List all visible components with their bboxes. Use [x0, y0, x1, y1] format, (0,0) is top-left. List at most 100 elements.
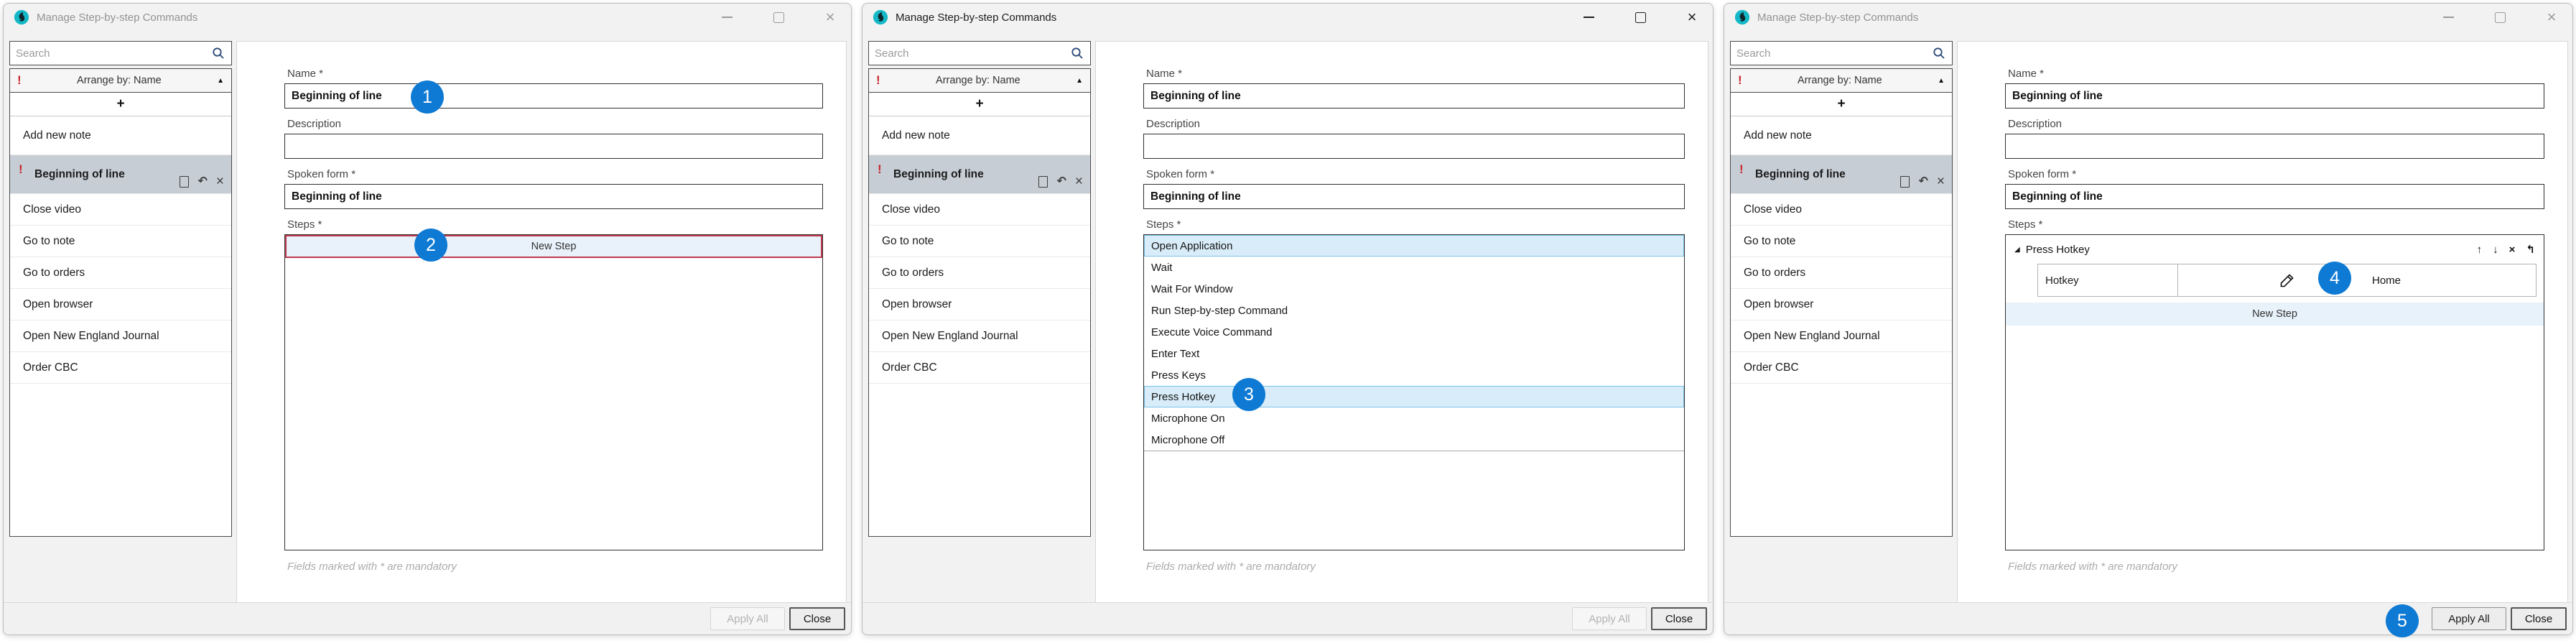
close-dialog-button[interactable]: Close — [2511, 607, 2567, 630]
list-item[interactable]: Add new note — [1731, 116, 1952, 155]
description-field[interactable] — [2005, 134, 2544, 159]
spoken-form-field[interactable]: Beginning of line — [284, 184, 823, 209]
maximize-button[interactable] — [1632, 9, 1648, 25]
steps-label: Steps * — [1146, 218, 1181, 231]
close-button[interactable]: × — [822, 9, 838, 25]
list-item[interactable]: Go to orders — [1731, 257, 1952, 289]
list-item[interactable]: Go to note — [1731, 226, 1952, 257]
list-item[interactable]: Go to orders — [869, 257, 1090, 289]
arrange-by-header[interactable]: ! Arrange by: Name ▲ — [869, 69, 1090, 93]
list-item[interactable]: Open browser — [1731, 289, 1952, 320]
step-type-option[interactable]: Wait For Window — [1144, 278, 1684, 300]
name-label: Name * — [1146, 68, 1182, 80]
list-item[interactable]: Go to note — [10, 226, 231, 257]
copy-command-icon[interactable] — [1900, 176, 1910, 188]
step-type-option[interactable]: Open Application — [1144, 235, 1684, 257]
minimize-button[interactable] — [1581, 9, 1596, 25]
list-item-selected[interactable]: ! Beginning of line ↶ × — [10, 155, 231, 194]
reset-step-icon[interactable]: ↰ — [2526, 244, 2535, 255]
step-type-option[interactable]: Microphone Off — [1144, 429, 1684, 451]
list-item[interactable]: Close video — [869, 194, 1090, 226]
name-field[interactable]: Beginning of line — [1143, 83, 1685, 109]
add-command-button[interactable]: + — [869, 93, 1090, 116]
name-field[interactable]: Beginning of line — [2005, 83, 2544, 109]
list-item[interactable]: Go to orders — [10, 257, 231, 289]
search-input[interactable]: Search — [868, 41, 1091, 65]
maximize-button[interactable] — [771, 9, 786, 25]
delete-command-icon[interactable]: × — [216, 175, 224, 188]
spoken-form-label: Spoken form * — [1146, 168, 1214, 180]
list-item[interactable]: Add new note — [10, 116, 231, 155]
steps-box: Open Application Wait Wait For Window Ru… — [1143, 234, 1685, 550]
search-input[interactable]: Search — [9, 41, 232, 65]
delete-command-icon[interactable]: × — [1075, 175, 1083, 188]
description-field[interactable] — [284, 134, 823, 159]
edit-pencil-icon[interactable] — [2279, 272, 2296, 289]
dialog-footer: Apply All Close — [1724, 602, 2572, 635]
apply-all-button[interactable]: Apply All — [2432, 607, 2506, 630]
dialog-footer: Apply All Close — [862, 602, 1713, 635]
move-step-down-icon[interactable]: ↓ — [2493, 244, 2498, 255]
close-dialog-button[interactable]: Close — [1651, 607, 1707, 630]
list-item-label: Beginning of line — [34, 168, 125, 181]
delete-command-icon[interactable]: × — [1937, 175, 1945, 188]
step-type-option[interactable]: Wait — [1144, 257, 1684, 278]
list-item-label: Beginning of line — [1755, 168, 1846, 181]
list-item[interactable]: Order CBC — [869, 352, 1090, 384]
name-label: Name * — [287, 68, 323, 80]
steps-label: Steps * — [2008, 218, 2042, 231]
annotation-badge-5: 5 — [2386, 604, 2419, 637]
undo-command-icon[interactable]: ↶ — [1056, 176, 1066, 188]
close-button[interactable]: × — [2544, 9, 2559, 25]
list-item[interactable]: Open New England Journal — [869, 320, 1090, 352]
mandatory-note: Fields marked with * are mandatory — [1146, 561, 1316, 573]
step-type-option[interactable]: Enter Text — [1144, 343, 1684, 364]
sort-ascending-icon: ▲ — [1076, 77, 1083, 85]
titlebar: Manage Step-by-step Commands × — [4, 4, 851, 31]
spoken-form-field[interactable]: Beginning of line — [1143, 184, 1685, 209]
arrange-by-header[interactable]: ! Arrange by: Name ▲ — [1731, 69, 1952, 93]
remove-step-icon[interactable]: × — [2509, 244, 2516, 255]
add-command-button[interactable]: + — [10, 93, 231, 116]
step-type-option[interactable]: Run Step-by-step Command — [1144, 300, 1684, 321]
new-step-row[interactable]: New Step — [2006, 303, 2544, 326]
undo-command-icon[interactable]: ↶ — [197, 176, 207, 188]
step-type-option[interactable]: Microphone On — [1144, 407, 1684, 429]
list-item[interactable]: Add new note — [869, 116, 1090, 155]
list-item-selected[interactable]: ! Beginning of line ↶ × — [1731, 155, 1952, 194]
list-item[interactable]: Close video — [10, 194, 231, 226]
list-item-selected[interactable]: ! Beginning of line ↶ × — [869, 155, 1090, 194]
add-command-button[interactable]: + — [1731, 93, 1952, 116]
list-item[interactable]: Open New England Journal — [10, 320, 231, 352]
minimize-button[interactable] — [719, 9, 735, 25]
spoken-form-field[interactable]: Beginning of line — [2005, 184, 2544, 209]
maximize-button[interactable] — [2492, 9, 2508, 25]
minimize-button[interactable] — [2440, 9, 2456, 25]
new-step-row[interactable]: New Step — [285, 235, 822, 258]
expander-icon[interactable]: ◢ — [2014, 246, 2020, 254]
list-item[interactable]: Close video — [1731, 194, 1952, 226]
copy-command-icon[interactable] — [1038, 176, 1048, 188]
search-input[interactable]: Search — [1730, 41, 1953, 65]
undo-command-icon[interactable]: ↶ — [1918, 176, 1928, 188]
list-item[interactable]: Order CBC — [10, 352, 231, 384]
maximize-icon — [2495, 12, 2506, 23]
copy-command-icon[interactable] — [180, 176, 189, 188]
name-field[interactable]: Beginning of line — [284, 83, 823, 109]
description-field[interactable] — [1143, 134, 1685, 159]
close-button[interactable]: × — [1684, 9, 1700, 25]
list-item[interactable]: Open browser — [10, 289, 231, 320]
list-item[interactable]: Go to note — [869, 226, 1090, 257]
list-item[interactable]: Open browser — [869, 289, 1090, 320]
step-type-option[interactable]: Press Keys — [1144, 364, 1684, 386]
close-dialog-button[interactable]: Close — [789, 607, 845, 630]
step-type-option[interactable]: Execute Voice Command — [1144, 321, 1684, 343]
arrange-by-header[interactable]: ! Arrange by: Name ▲ — [10, 69, 231, 93]
hotkey-field-value-cell[interactable]: Home — [2178, 264, 2536, 296]
list-item[interactable]: Open New England Journal — [1731, 320, 1952, 352]
steps-box: New Step — [284, 234, 823, 550]
move-step-up-icon[interactable]: ↑ — [2477, 244, 2483, 255]
spoken-form-label: Spoken form * — [287, 168, 355, 180]
list-item[interactable]: Order CBC — [1731, 352, 1952, 384]
step-type-option-press-hotkey[interactable]: Press Hotkey — [1144, 386, 1684, 407]
